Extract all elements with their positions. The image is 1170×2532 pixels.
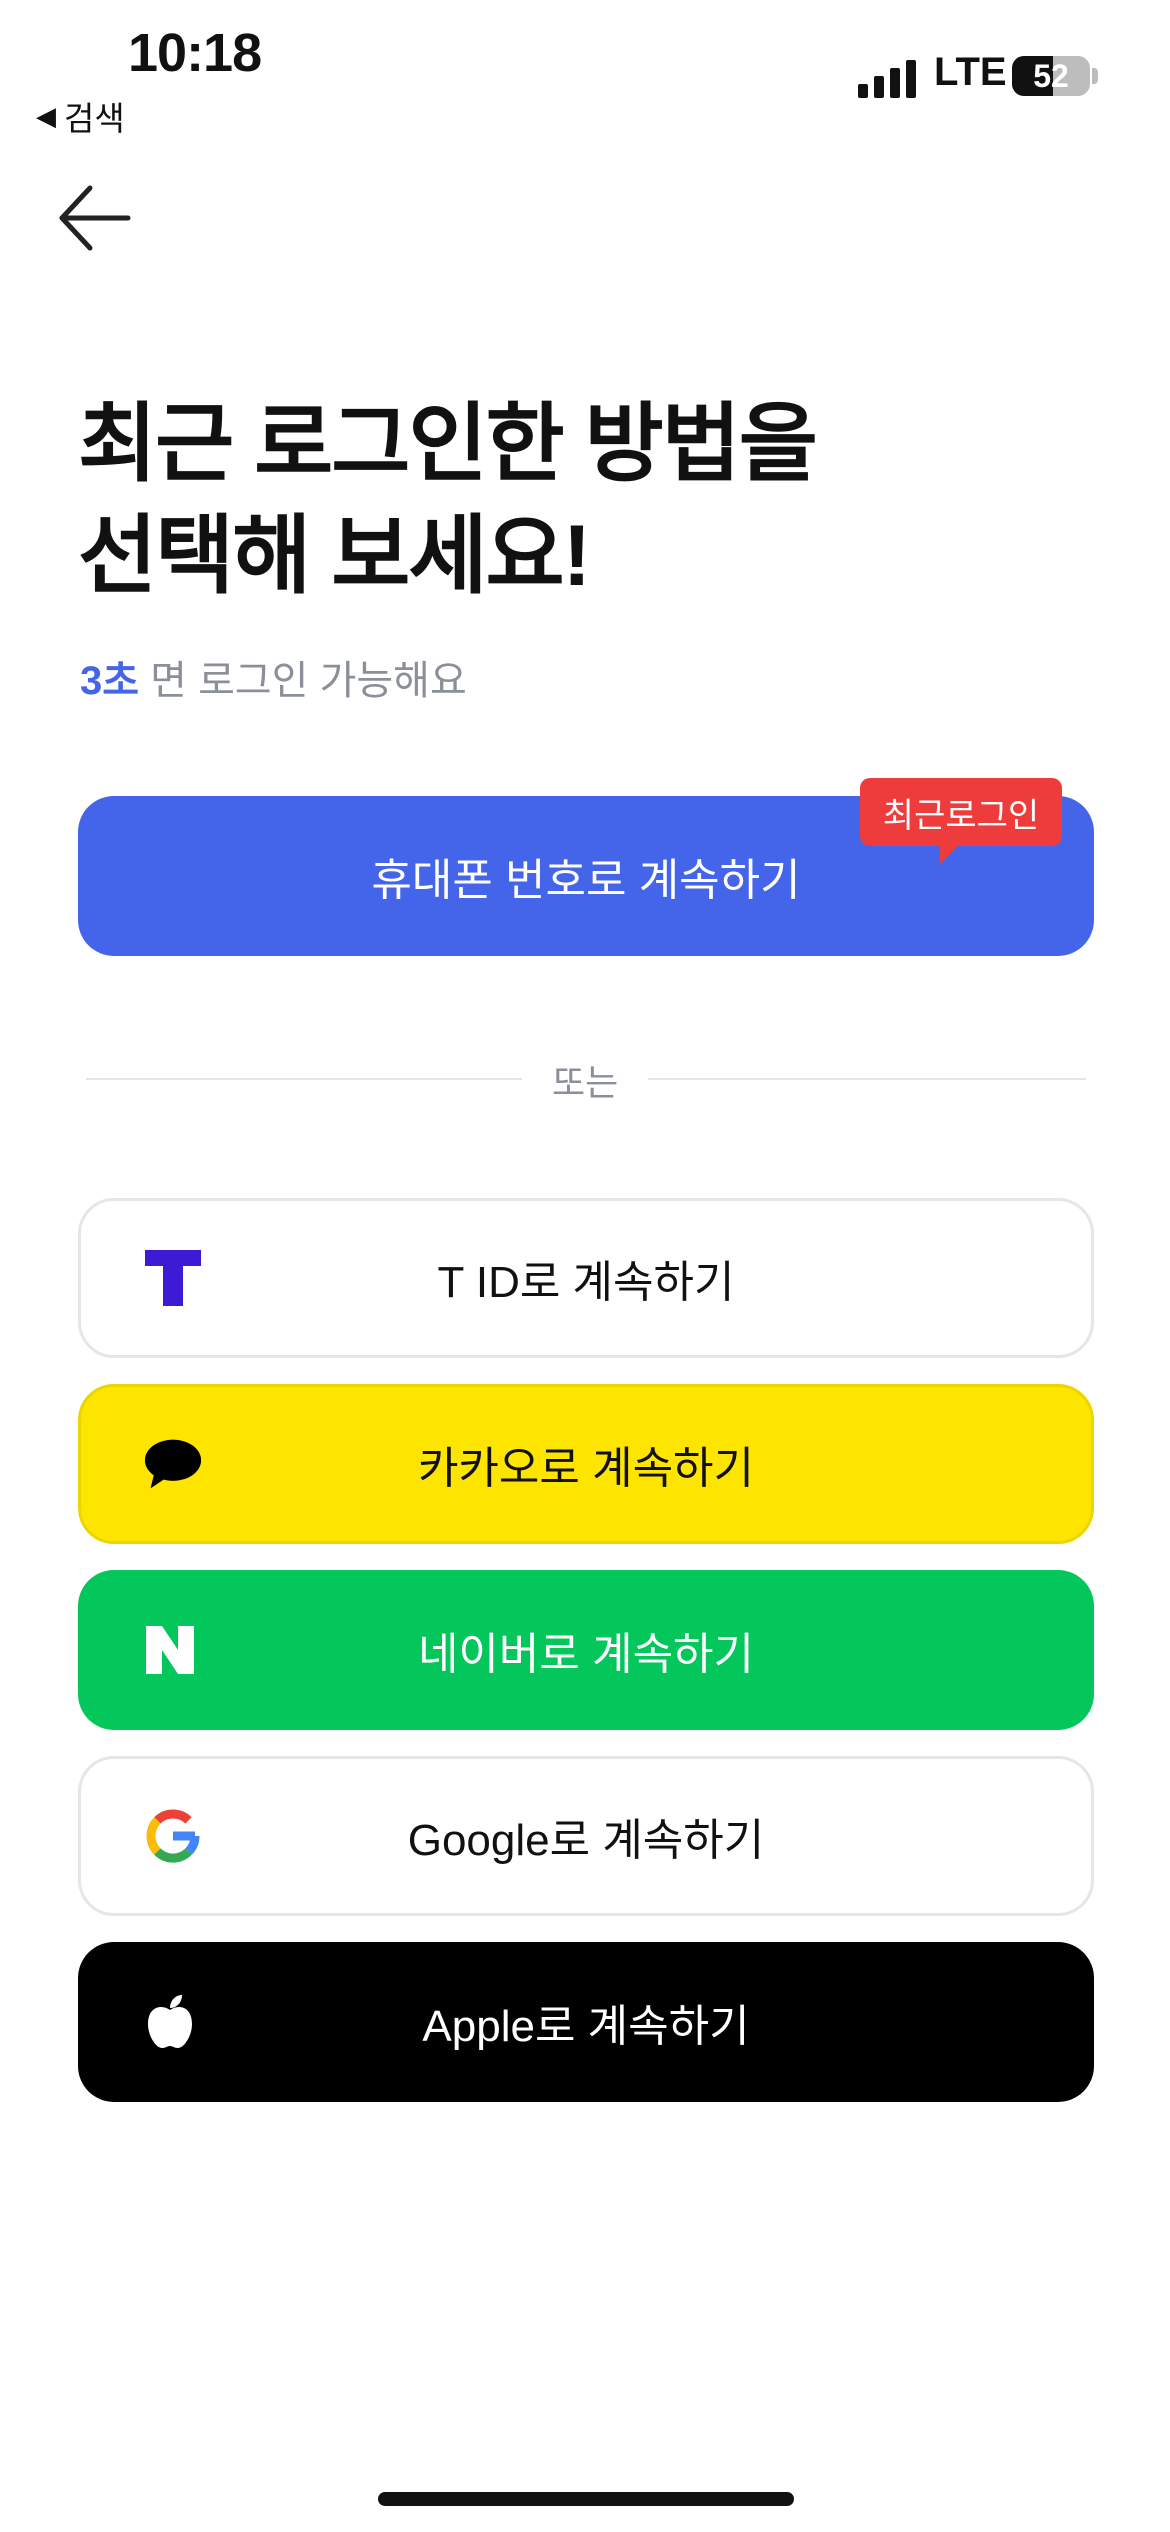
return-app-label: 검색 (64, 100, 125, 137)
continue-with-kakao-label: 카카오로 계속하기 (417, 1444, 755, 1493)
cellular-signal-icon (858, 58, 916, 98)
continue-with-apple-button[interactable]: Apple로 계속하기 (78, 1942, 1094, 2102)
page-title: 최근 로그인한 방법을 선택해 보세요! (78, 388, 818, 612)
continue-with-google-button[interactable]: Google로 계속하기 (78, 1756, 1094, 1916)
continue-with-phone-label: 휴대폰 번호로 계속하기 (371, 856, 801, 905)
page-title-line-2: 선택해 보세요! (78, 508, 591, 604)
divider-line-left (86, 1078, 522, 1080)
arrow-left-icon (59, 185, 131, 251)
page-subtitle: 3초 면 로그인 가능해요 (80, 648, 467, 706)
recent-login-badge-tail (940, 844, 960, 864)
status-time: 10:18 (128, 23, 262, 83)
network-type: LTE (934, 50, 1007, 94)
t-id-logo-icon (143, 1248, 203, 1308)
recent-login-badge: 최근로그인 (860, 778, 1062, 846)
back-button[interactable] (52, 176, 136, 260)
continue-with-naver-label: 네이버로 계속하기 (417, 1630, 755, 1679)
kakao-speech-bubble-icon (143, 1434, 203, 1494)
battery-percent: 52 (1033, 58, 1069, 94)
continue-with-google-label: Google로 계속하기 (407, 1816, 765, 1865)
continue-with-tid-button[interactable]: T ID로 계속하기 (78, 1198, 1094, 1358)
subtitle-highlight: 3초 (80, 659, 140, 703)
divider-label: 또는 (552, 1062, 619, 1103)
continue-with-tid-label: T ID로 계속하기 (437, 1258, 735, 1307)
return-to-app-link[interactable]: ◀ 검색 (36, 92, 125, 140)
continue-with-kakao-button[interactable]: 카카오로 계속하기 (78, 1384, 1094, 1544)
naver-n-icon (140, 1620, 200, 1680)
apple-logo-icon (140, 1992, 200, 2052)
google-g-icon (143, 1806, 203, 1866)
continue-with-apple-label: Apple로 계속하기 (422, 2002, 750, 2051)
divider-line-right (648, 1078, 1086, 1080)
battery-tip (1092, 68, 1098, 84)
continue-with-naver-button[interactable]: 네이버로 계속하기 (78, 1570, 1094, 1730)
battery-icon: 52 (1012, 56, 1090, 96)
home-indicator[interactable] (378, 2492, 794, 2506)
subtitle-text: 면 로그인 가능해요 (139, 659, 467, 703)
back-triangle-icon: ◀ (36, 100, 56, 131)
page-title-line-1: 최근 로그인한 방법을 (78, 396, 818, 492)
